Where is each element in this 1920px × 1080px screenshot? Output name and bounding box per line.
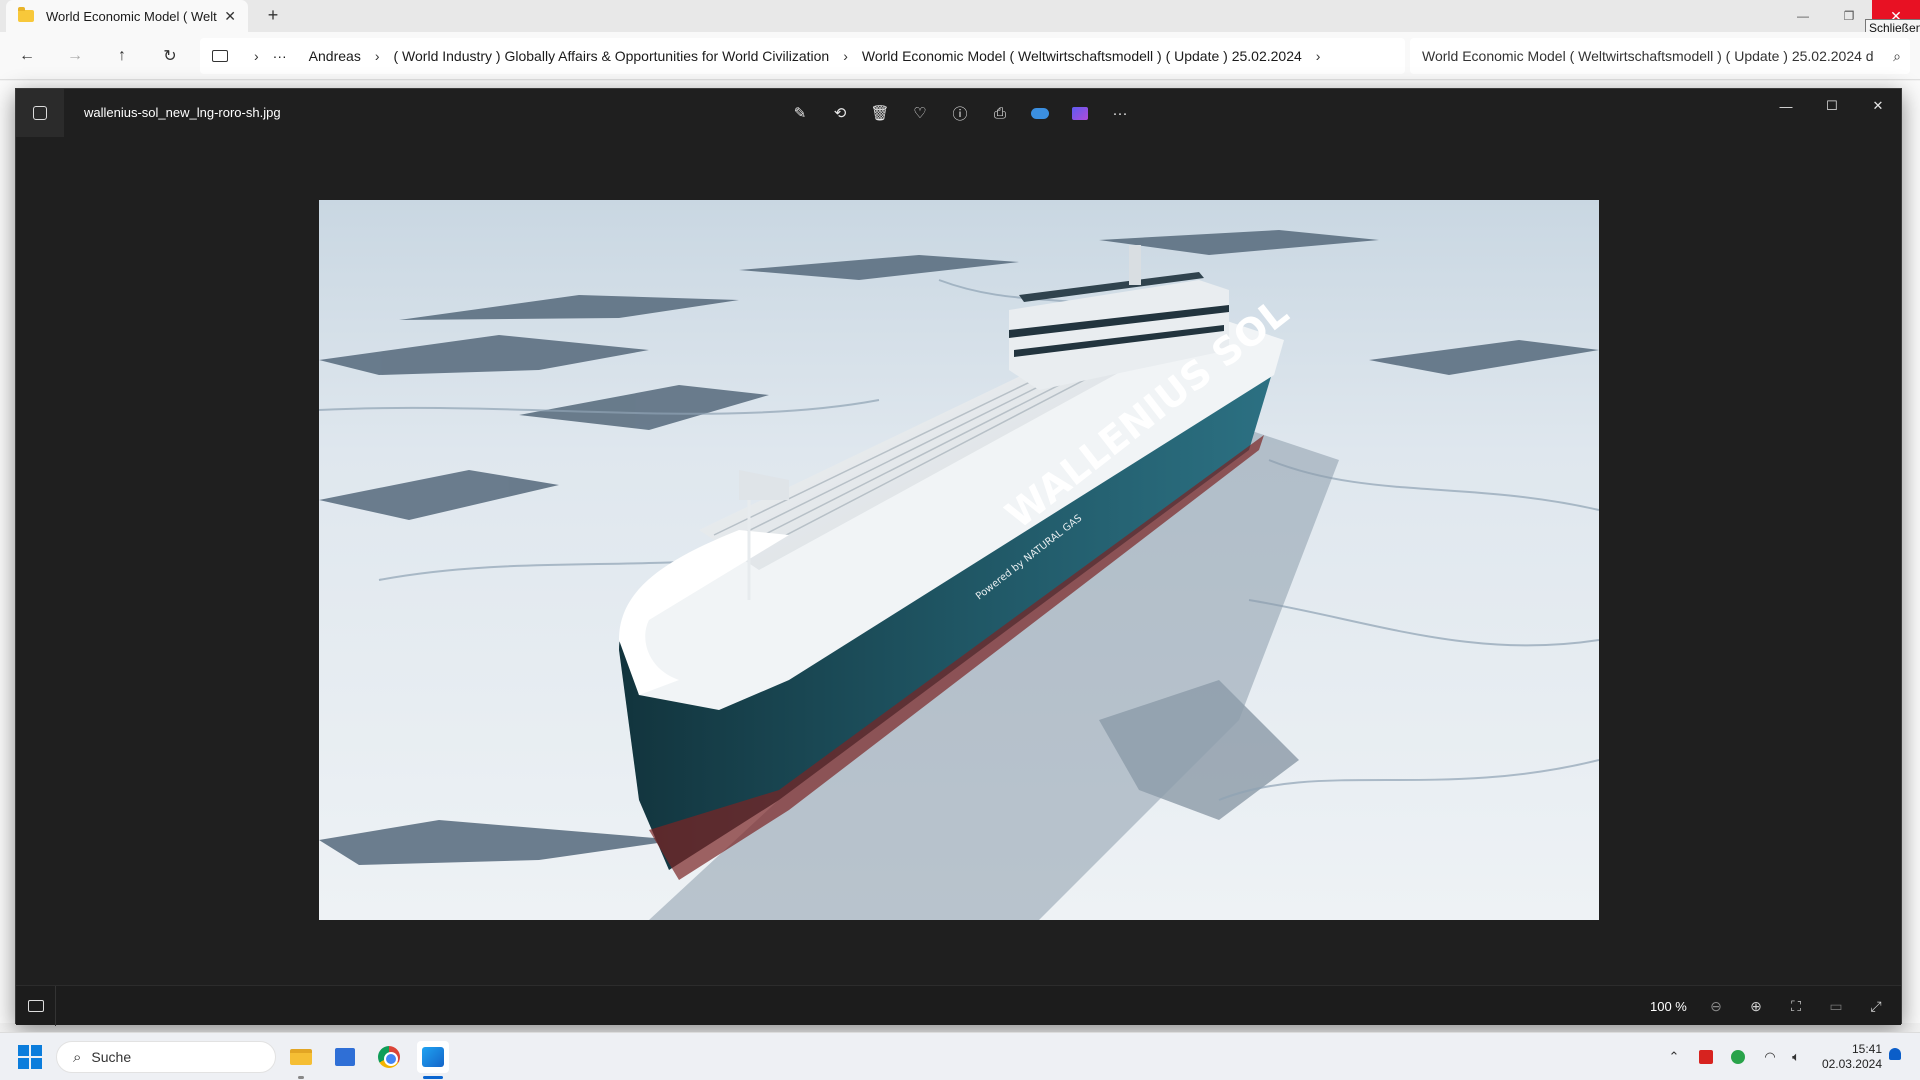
breadcrumb-item-andreas[interactable]: Andreas xyxy=(309,48,361,64)
photos-viewer-window: wallenius-sol_new_lng-roro-sh.jpg ✎ ⟲ 🗑 … xyxy=(15,88,1902,1026)
zoom-level[interactable]: 100 % xyxy=(1650,999,1687,1014)
store-icon xyxy=(335,1048,355,1066)
chevron-up-icon[interactable]: ⌃ xyxy=(1664,1047,1684,1067)
search-icon: ⌕ xyxy=(73,1048,82,1066)
actual-size-icon[interactable]: ▭ xyxy=(1822,992,1850,1020)
taskbar-search-placeholder: Suche xyxy=(91,1049,132,1065)
taskbar-store-button[interactable] xyxy=(329,1041,361,1073)
acrobat-tray-icon[interactable] xyxy=(1696,1047,1716,1067)
chevron-right-icon[interactable]: › xyxy=(254,48,259,64)
breadcrumb[interactable]: › ··· Andreas › ( World Industry ) Globa… xyxy=(200,38,1405,74)
favorite-icon[interactable]: ♡ xyxy=(906,99,934,127)
onedrive-icon[interactable] xyxy=(1026,99,1054,127)
clock-date: 02.03.2024 xyxy=(1821,1057,1882,1071)
viewer-close-button[interactable]: ✕ xyxy=(1855,89,1901,123)
more-icon[interactable]: ··· xyxy=(1106,99,1134,127)
file-explorer-icon xyxy=(290,1049,312,1065)
minimize-button[interactable]: — xyxy=(1780,0,1826,32)
zoom-in-icon[interactable]: ⊕ xyxy=(1742,992,1770,1020)
delete-icon[interactable]: 🗑 xyxy=(866,99,894,127)
notification-bell-icon[interactable] xyxy=(1888,1048,1902,1064)
folder-search-value: World Economic Model ( Weltwirtschaftsmo… xyxy=(1422,48,1874,64)
photos-icon xyxy=(422,1047,444,1067)
fit-to-window-icon[interactable]: ⛶ xyxy=(1782,992,1810,1020)
folder-search-input[interactable]: World Economic Model ( Weltwirtschaftsmo… xyxy=(1410,38,1910,74)
photos-app-icon[interactable] xyxy=(16,89,64,137)
wifi-icon[interactable]: ◠ xyxy=(1760,1047,1780,1067)
rotate-icon[interactable]: ⟲ xyxy=(826,99,854,127)
info-icon[interactable]: ⓘ xyxy=(946,99,974,127)
clock[interactable]: 15:41 02.03.2024 xyxy=(1812,1042,1882,1072)
viewer-toolbar: ✎ ⟲ 🗑 ♡ ⓘ ⎙ ··· xyxy=(786,99,1134,127)
breadcrumb-item-world-economic-model[interactable]: World Economic Model ( Weltwirtschaftsmo… xyxy=(862,48,1302,64)
address-bar: ← → ↑ ↻ › ··· Andreas › ( World Industry… xyxy=(0,32,1920,80)
viewer-footer: 100 % ⊖ ⊕ ⛶ ▭ ⤢ xyxy=(16,985,1901,1026)
filmstrip-toggle-button[interactable] xyxy=(16,986,56,1026)
taskbar-chrome-button[interactable] xyxy=(373,1041,405,1073)
new-tab-button[interactable]: + xyxy=(262,5,284,26)
refresh-button[interactable]: ↻ xyxy=(158,44,182,68)
start-button[interactable] xyxy=(18,1045,42,1069)
tab-title: World Economic Model ( Welt xyxy=(46,8,217,24)
chevron-right-icon[interactable]: › xyxy=(843,48,848,64)
taskbar-photos-button[interactable] xyxy=(417,1041,449,1073)
explorer-tab-strip: World Economic Model ( Welt ✕ + — ❐ ✕ xyxy=(0,0,1920,32)
displayed-photo[interactable]: WALLENIUS SOL Powered by NATURAL GAS xyxy=(319,200,1599,920)
back-button[interactable]: ← xyxy=(15,44,39,68)
fullscreen-icon[interactable]: ⤢ xyxy=(1862,992,1890,1020)
file-name: wallenius-sol_new_lng-roro-sh.jpg xyxy=(84,105,281,120)
active-indicator xyxy=(423,1076,443,1079)
clipchamp-icon[interactable] xyxy=(1066,99,1094,127)
breadcrumb-item-world-industry[interactable]: ( World Industry ) Globally Affairs & Op… xyxy=(394,48,830,64)
viewer-header: wallenius-sol_new_lng-roro-sh.jpg ✎ ⟲ 🗑 … xyxy=(16,89,1901,137)
chrome-icon xyxy=(378,1046,400,1068)
tab-close-button[interactable]: ✕ xyxy=(224,8,236,25)
folder-icon xyxy=(18,7,34,22)
search-icon[interactable]: ⌕ xyxy=(1884,48,1910,65)
running-indicator xyxy=(298,1076,304,1079)
taskbar-search-input[interactable]: ⌕ Suche xyxy=(56,1041,276,1073)
chevron-right-icon[interactable]: › xyxy=(375,48,380,64)
viewer-maximize-button[interactable]: ☐ xyxy=(1809,89,1855,123)
ship-in-ice-image: WALLENIUS SOL Powered by NATURAL GAS xyxy=(319,200,1599,920)
this-pc-icon[interactable] xyxy=(212,50,228,62)
forward-button[interactable]: → xyxy=(63,44,87,68)
clock-time: 15:41 xyxy=(1851,1042,1882,1056)
volume-icon[interactable]: 🔈︎ xyxy=(1786,1047,1806,1067)
security-tray-icon[interactable] xyxy=(1728,1047,1748,1067)
print-icon[interactable]: ⎙ xyxy=(986,99,1014,127)
filmstrip-icon xyxy=(27,1000,44,1012)
explorer-tab[interactable]: World Economic Model ( Welt ✕ xyxy=(6,0,248,32)
breadcrumb-overflow[interactable]: ··· xyxy=(273,48,287,64)
zoom-out-icon[interactable]: ⊖ xyxy=(1702,992,1730,1020)
taskbar-file-explorer-button[interactable] xyxy=(285,1041,317,1073)
taskbar: ⌕ Suche ⌃ ◠ 🔈︎ 15:41 02.03.2024 xyxy=(0,1032,1920,1080)
viewer-minimize-button[interactable]: — xyxy=(1763,89,1809,123)
edit-image-icon[interactable]: ✎ xyxy=(786,99,814,127)
up-button[interactable]: ↑ xyxy=(110,44,134,68)
chevron-right-icon[interactable]: › xyxy=(1316,48,1321,64)
